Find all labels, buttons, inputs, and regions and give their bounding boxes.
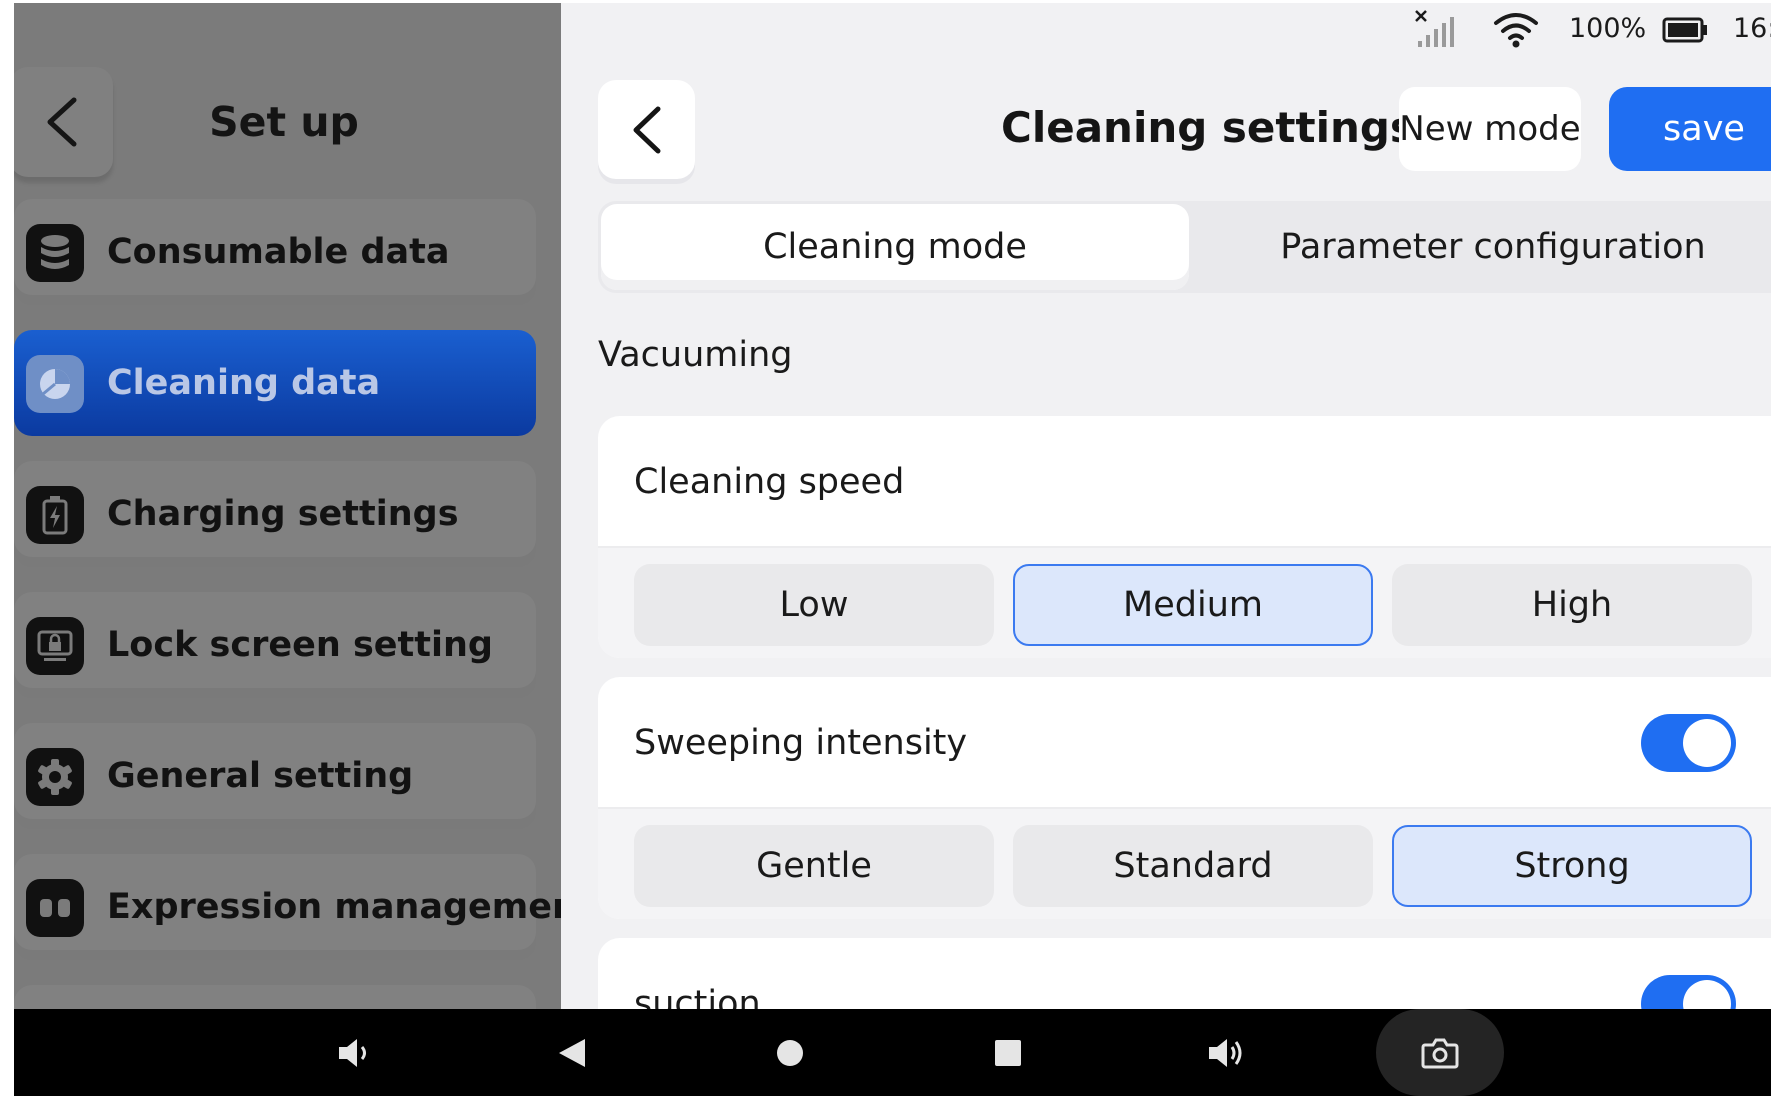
- page-title: Cleaning settings: [1001, 103, 1415, 152]
- camera-icon: [1421, 1038, 1459, 1068]
- intensity-option-strong[interactable]: Strong: [1392, 825, 1752, 907]
- no-signal-icon: [1415, 10, 1454, 47]
- back-triangle-icon: [559, 1038, 585, 1067]
- wifi-icon: [1494, 13, 1538, 48]
- nav-home-button[interactable]: [760, 1009, 820, 1096]
- suction-card: suction: [598, 938, 1771, 1009]
- section-heading: Vacuuming: [598, 335, 793, 375]
- toggle-knob: [1683, 980, 1731, 1009]
- system-navigation-bar: [14, 1009, 1771, 1096]
- speed-option-medium[interactable]: Medium: [1013, 564, 1373, 646]
- intensity-option-gentle[interactable]: Gentle: [634, 825, 994, 907]
- intensity-option-standard[interactable]: Standard: [1013, 825, 1373, 907]
- chevron-left-icon: [633, 106, 660, 153]
- database-icon: [26, 224, 84, 282]
- sweeping-intensity-toggle[interactable]: [1641, 714, 1736, 772]
- recents-square-icon: [995, 1039, 1021, 1066]
- save-button[interactable]: save: [1609, 87, 1771, 171]
- volume-down-icon: [339, 1038, 366, 1067]
- sidebar-item-charging-settings[interactable]: Charging settings: [14, 461, 536, 567]
- suction-toggle[interactable]: [1641, 975, 1736, 1009]
- back-button[interactable]: [598, 80, 695, 179]
- nav-recents-button[interactable]: [978, 1009, 1038, 1096]
- sidebar-item-label: Lock screen setting: [107, 625, 493, 665]
- sweeping-intensity-label: Sweeping intensity: [634, 723, 968, 763]
- sidebar-item-label: Expression management: [107, 887, 561, 927]
- screenshot-button[interactable]: [1376, 1009, 1504, 1096]
- cleaning-speed-options: Low Medium High: [598, 548, 1771, 658]
- cleaning-settings-panel: 100% 16:2 Cleaning settings New mode sav…: [561, 3, 1771, 1009]
- sidebar-item-expression-management[interactable]: Expression management: [14, 854, 561, 960]
- sidebar-item-cleaning-data[interactable]: Cleaning data: [14, 330, 536, 436]
- sidebar-item-label: Consumable data: [107, 232, 450, 272]
- tab-parameter-configuration[interactable]: Parameter configuration: [1198, 204, 1771, 290]
- nav-back-button[interactable]: [542, 1009, 602, 1096]
- sidebar-item-consumable-data[interactable]: Consumable data: [14, 199, 536, 305]
- status-bar: 100% 16:2: [561, 3, 1771, 57]
- lock-screen-icon: [26, 617, 84, 675]
- sidebar-item-general-setting[interactable]: General setting: [14, 723, 536, 829]
- volume-up-icon: [1209, 1038, 1242, 1067]
- sidebar-title: Set up: [209, 98, 359, 146]
- cleaning-speed-card: Cleaning speed Low Medium High: [598, 416, 1771, 658]
- device-screen: Set up Consumable data Cleaning data Cha…: [14, 3, 1771, 1096]
- sweeping-intensity-options: Gentle Standard Strong: [598, 809, 1771, 919]
- tab-cleaning-mode[interactable]: Cleaning mode: [601, 204, 1189, 290]
- volume-up-button[interactable]: [1196, 1009, 1256, 1096]
- cleaning-speed-label: Cleaning speed: [634, 462, 905, 502]
- volume-down-button[interactable]: [324, 1009, 384, 1096]
- clock: 16:2: [1733, 13, 1771, 44]
- sidebar-item-label: General setting: [107, 756, 414, 796]
- battery-charging-icon: [26, 486, 84, 544]
- pie-chart-icon: [26, 355, 84, 413]
- sweeping-intensity-card: Sweeping intensity Gentle Standard Stron…: [598, 677, 1771, 919]
- sidebar-back-button[interactable]: [14, 67, 113, 177]
- home-circle-icon: [777, 1039, 803, 1066]
- sidebar-item-label: Charging settings: [107, 494, 459, 534]
- tab-bar: Cleaning mode Parameter configuration: [598, 201, 1771, 293]
- toggle-knob: [1683, 719, 1731, 767]
- new-mode-button[interactable]: New mode: [1399, 87, 1581, 171]
- sidebar-item-label: Cleaning data: [107, 363, 381, 403]
- settings-sidebar: Set up Consumable data Cleaning data Cha…: [14, 3, 561, 1009]
- face-icon: [26, 879, 84, 937]
- battery-percent: 100%: [1569, 13, 1647, 44]
- chevron-left-icon: [47, 97, 76, 147]
- speed-option-low[interactable]: Low: [634, 564, 994, 646]
- gear-icon: [26, 748, 84, 806]
- sidebar-item-lock-screen-setting[interactable]: Lock screen setting: [14, 592, 536, 698]
- suction-label: suction: [634, 984, 761, 1009]
- battery-icon: [1662, 17, 1707, 43]
- sidebar-item-partial[interactable]: [14, 985, 536, 1009]
- speed-option-high[interactable]: High: [1392, 564, 1752, 646]
